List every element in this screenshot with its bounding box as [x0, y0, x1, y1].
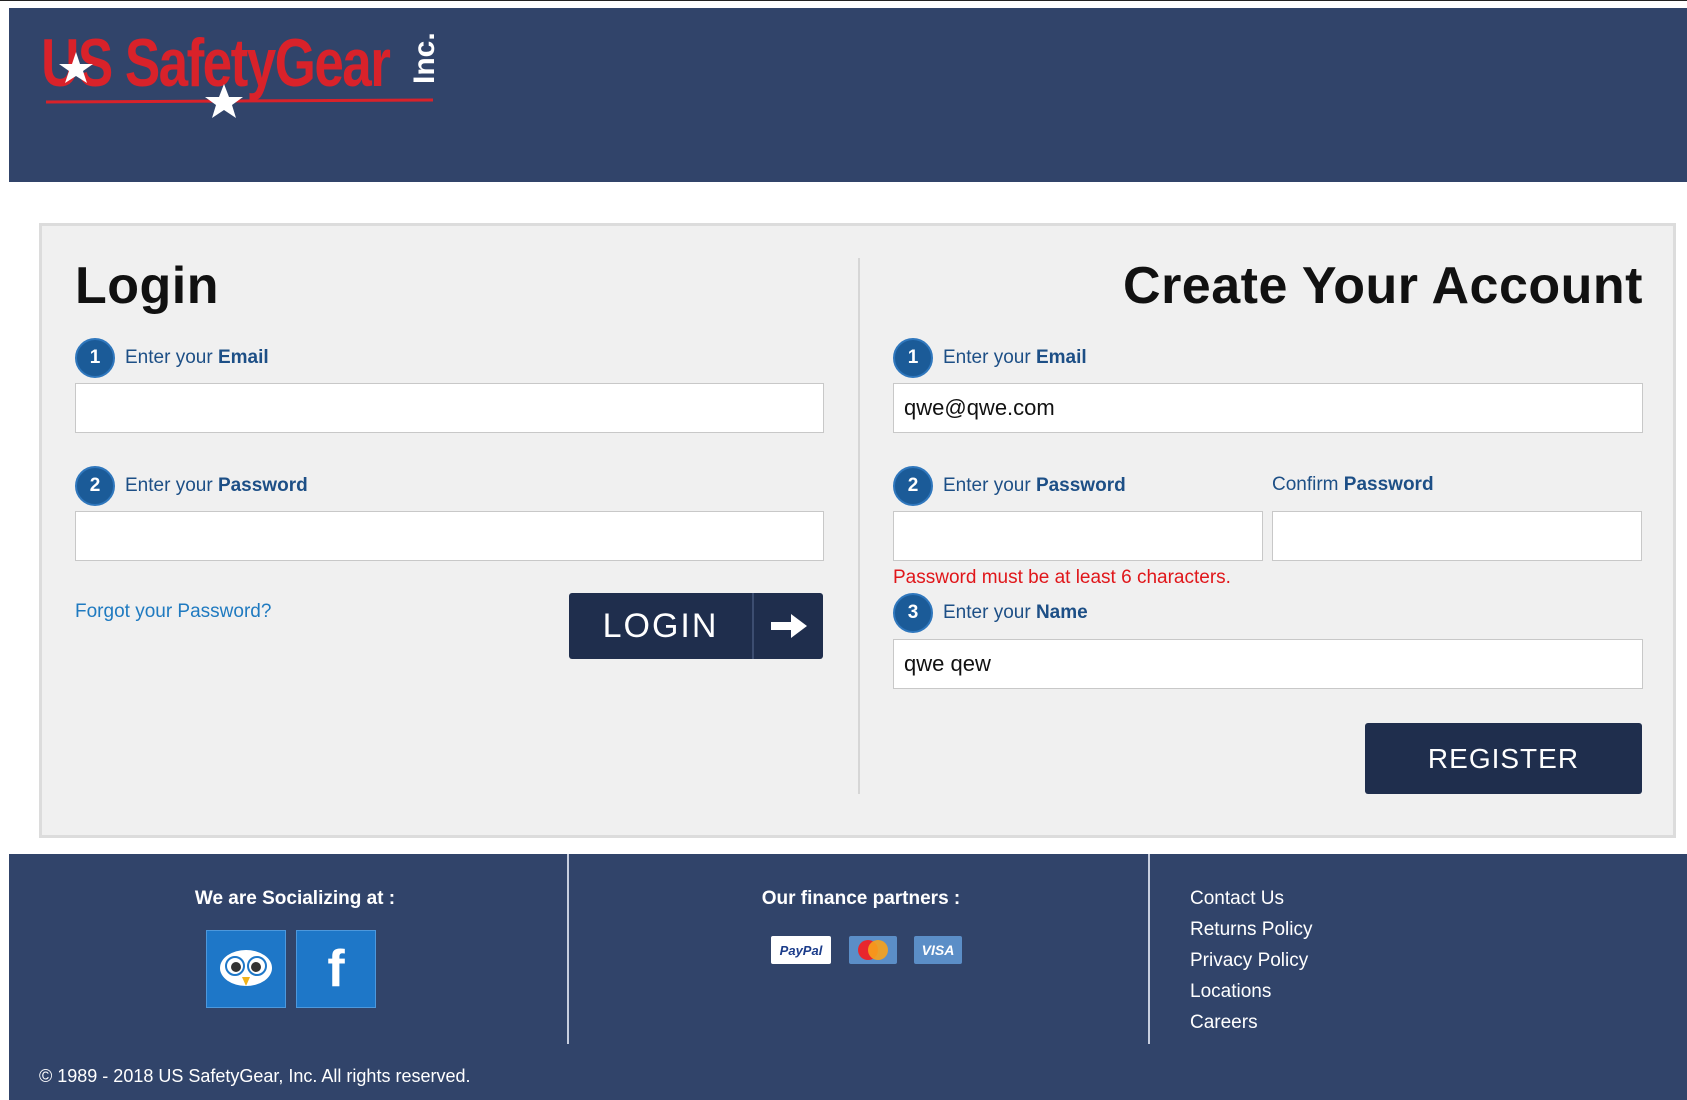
logo-inc: Inc. — [408, 32, 438, 84]
login-email-label: 1 Enter your Email — [75, 338, 269, 378]
register-password-input[interactable] — [893, 511, 1263, 561]
paypal-icon: PayPal — [771, 936, 831, 964]
register-password-label: 2 Enter your Password — [893, 466, 1126, 506]
register-email-input[interactable] — [893, 383, 1643, 433]
label-strong: Email — [1035, 347, 1087, 368]
password-error-message: Password must be at least 6 characters. — [893, 567, 1231, 588]
social-title: We are Socializing at : — [194, 888, 396, 909]
returns-policy-link[interactable]: Returns Policy — [1190, 919, 1313, 941]
label-strong: Password — [1035, 475, 1126, 496]
privacy-policy-link[interactable]: Privacy Policy — [1190, 950, 1308, 972]
label-strong: Password — [1343, 474, 1434, 495]
copyright-text: © 1989 - 2018 US SafetyGear, Inc. All ri… — [39, 1066, 471, 1086]
mastercard-icon — [849, 936, 897, 964]
register-button[interactable]: REGISTER — [1365, 723, 1642, 794]
label-prefix: Enter your — [125, 347, 213, 368]
step-badge: 2 — [893, 466, 933, 506]
facebook-icon[interactable]: f — [296, 930, 376, 1008]
site-footer: We are Socializing at : f Our finance pa… — [9, 854, 1687, 1100]
login-button-label: LOGIN — [569, 593, 754, 659]
visa-icon: VISA — [914, 936, 962, 964]
step-badge: 1 — [893, 338, 933, 378]
create-account-title: Create Your Account — [1123, 257, 1643, 315]
label-prefix: Enter your — [943, 602, 1031, 623]
register-email-label: 1 Enter your Email — [893, 338, 1087, 378]
footer-separator — [567, 854, 569, 1044]
logo-wordmark: US SafetyGear — [41, 25, 390, 101]
register-name-input[interactable] — [893, 639, 1643, 689]
label-prefix: Enter your — [943, 347, 1031, 368]
label-prefix: Enter your — [125, 475, 213, 496]
step-badge: 3 — [893, 593, 933, 633]
finance-title: Our finance partners : — [761, 888, 961, 909]
us-safetygear-logo: US SafetyGear Inc. — [41, 25, 441, 118]
confirm-password-input[interactable] — [1272, 511, 1642, 561]
login-title: Login — [75, 257, 220, 315]
login-password-label: 2 Enter your Password — [75, 466, 308, 506]
panel-divider — [858, 258, 860, 794]
footer-separator — [1148, 854, 1150, 1044]
label-strong: Name — [1035, 602, 1088, 623]
paypal-text: PayPal — [779, 942, 823, 958]
careers-link[interactable]: Careers — [1190, 1012, 1258, 1034]
login-password-input[interactable] — [75, 511, 824, 561]
label-strong: Password — [217, 475, 308, 496]
step-badge: 2 — [75, 466, 115, 506]
login-button[interactable]: LOGIN — [569, 593, 823, 659]
step-badge: 1 — [75, 338, 115, 378]
arrow-right-icon — [754, 593, 823, 659]
contact-us-link[interactable]: Contact Us — [1190, 888, 1284, 910]
label-prefix: Enter your — [943, 475, 1031, 496]
confirm-password-label: Confirm Password — [1272, 474, 1434, 496]
window-top-edge — [0, 0, 1687, 8]
locations-link[interactable]: Locations — [1190, 981, 1271, 1003]
register-name-label: 3 Enter your Name — [893, 593, 1088, 633]
owl-icon[interactable] — [206, 930, 286, 1008]
login-email-input[interactable] — [75, 383, 824, 433]
label-prefix: Confirm — [1272, 474, 1339, 495]
facebook-glyph: f — [327, 940, 345, 998]
site-logo[interactable]: US SafetyGear Inc. — [38, 12, 441, 122]
forgot-password-link[interactable]: Forgot your Password? — [75, 601, 271, 623]
site-header: US SafetyGear Inc. — [9, 8, 1687, 182]
label-strong: Email — [217, 347, 269, 368]
visa-text: VISA — [921, 942, 955, 958]
